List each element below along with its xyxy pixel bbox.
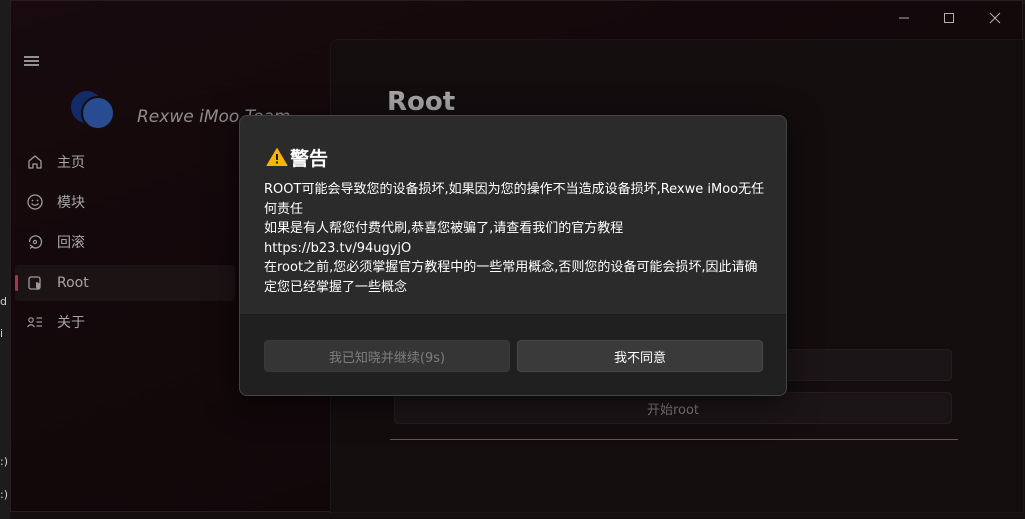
decline-button[interactable]: 我不同意 xyxy=(517,340,763,372)
background-window-strip: d i :) :) xyxy=(0,0,10,519)
background-fragment: :) xyxy=(0,488,8,501)
background-fragment: :) xyxy=(0,455,8,468)
dialog-title-text: 警告 xyxy=(290,147,329,170)
continue-button[interactable]: 我已知晓并继续(9s) xyxy=(264,340,510,372)
dialog-title: 警告 xyxy=(266,142,328,172)
dialog-paragraph: ROOT可能会导致您的设备损坏,如果因为您的操作不当造成设备损坏,Rexwe i… xyxy=(264,182,765,217)
dialog-paragraph: 如果是有人帮您付费代刷,恭喜您被骗了,请查看我们的官方教程https://b23… xyxy=(264,221,624,256)
warning-icon xyxy=(266,148,288,166)
dialog-footer: 我已知晓并继续(9s) 我不同意 xyxy=(240,314,786,395)
dialog-paragraph: 在root之前,您必须掌握官方教程中的一些常用概念,否则您的设备可能会损坏,因此… xyxy=(264,260,758,295)
dialog-body: ROOT可能会导致您的设备损坏,如果因为您的操作不当造成设备损坏,Rexwe i… xyxy=(264,180,768,297)
background-fragment: i xyxy=(0,327,4,340)
background-fragment: d xyxy=(0,295,7,308)
warning-dialog: 警告 ROOT可能会导致您的设备损坏,如果因为您的操作不当造成设备损坏,Rexw… xyxy=(239,115,787,396)
